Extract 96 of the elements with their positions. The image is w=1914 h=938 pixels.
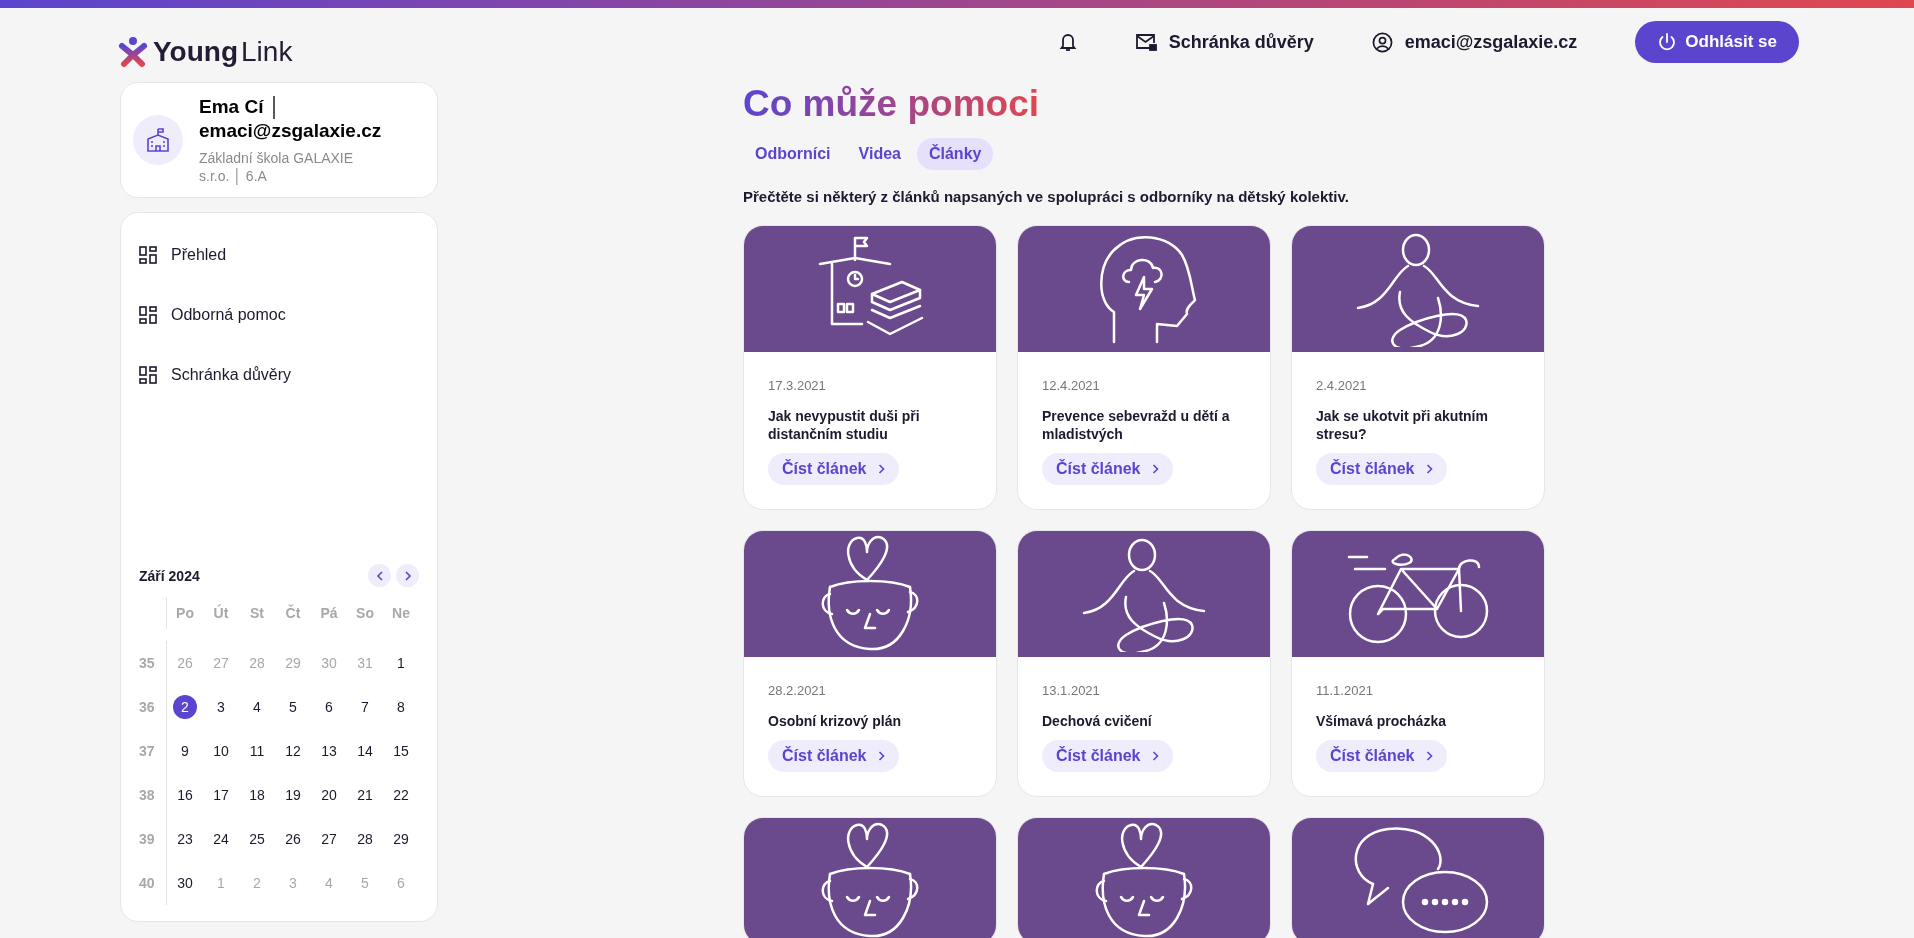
calendar-month: Září 2024 xyxy=(139,567,200,584)
calendar-day[interactable]: 10 xyxy=(209,739,233,763)
article-title: Dechová cvičení xyxy=(1042,712,1153,730)
calendar-day[interactable]: 16 xyxy=(173,783,197,807)
chevron-right-icon xyxy=(1426,464,1434,474)
calendar-day[interactable]: 1 xyxy=(389,651,413,675)
power-icon xyxy=(1657,32,1678,52)
weekday-label: Ne xyxy=(392,604,410,623)
sidebar-item[interactable]: Odborná pomoc xyxy=(139,285,419,345)
article-date: 13.1.2021 xyxy=(1042,683,1101,698)
calendar-day[interactable]: 21 xyxy=(353,783,377,807)
week-number: 37 xyxy=(139,729,167,773)
read-article-button[interactable]: Číst článek xyxy=(1316,453,1448,485)
calendar-day[interactable]: 13 xyxy=(317,739,341,763)
calendar-day[interactable]: 27 xyxy=(317,827,341,851)
read-article-button[interactable]: Číst článek xyxy=(768,740,900,772)
sidebar-item[interactable]: Přehled xyxy=(139,225,419,285)
calendar-day[interactable]: 24 xyxy=(209,827,233,851)
calendar-day[interactable]: 22 xyxy=(389,783,413,807)
calendar-day[interactable]: 25 xyxy=(245,827,269,851)
calendar-day[interactable]: 29 xyxy=(389,827,413,851)
calendar-day[interactable]: 20 xyxy=(317,783,341,807)
calendar-day[interactable]: 2 xyxy=(173,695,197,719)
article-title: Prevence sebevražd u dětí a mladistvých xyxy=(1042,407,1231,443)
calendar-day[interactable]: 11 xyxy=(245,739,269,763)
read-article-button[interactable]: Číst článek xyxy=(1042,453,1174,485)
weekday-label: So xyxy=(356,604,374,623)
calendar-day[interactable]: 3 xyxy=(209,695,233,719)
chevron-right-icon xyxy=(403,570,412,581)
logo-icon xyxy=(118,36,148,68)
user-circle-icon xyxy=(1371,31,1393,53)
article-title: Jak nevypustit duši při distančním studiu xyxy=(768,407,921,443)
article-title: Jak se ukotvit při akutním stresu? xyxy=(1316,407,1489,443)
mailbox-link[interactable]: Schránka důvěry xyxy=(1134,31,1314,53)
calendar-day[interactable]: 15 xyxy=(389,739,413,763)
logout-button[interactable]: Odhlásit se xyxy=(1635,21,1799,63)
dashboard-icon xyxy=(139,306,157,324)
calendar-day[interactable]: 18 xyxy=(245,783,269,807)
calendar-day[interactable]: 26 xyxy=(281,827,305,851)
intro-text: Přečtěte si některý z článků napsaných ve spolupráci s odborníky na dětský kolektiv. xyxy=(743,188,1350,205)
weekday-label: St xyxy=(250,604,264,623)
calendar-day[interactable]: 9 xyxy=(173,739,197,763)
calendar-day[interactable]: 5 xyxy=(281,695,305,719)
chevron-right-icon xyxy=(878,751,886,761)
calendar-day[interactable]: 28 xyxy=(353,827,377,851)
calendar-day[interactable]: 6 xyxy=(317,695,341,719)
article-date: 2.4.2021 xyxy=(1316,378,1368,393)
logo-wordmark: Link xyxy=(241,36,293,68)
page-title: Co může pomoci xyxy=(743,82,1040,126)
chevron-right-icon xyxy=(1152,751,1160,761)
article-title: Všímavá procházka xyxy=(1316,712,1447,730)
tab[interactable]: Odborníci xyxy=(743,138,843,170)
bell-icon[interactable] xyxy=(1058,32,1077,52)
read-article-button[interactable]: Číst článek xyxy=(1042,740,1174,772)
article-date: 28.2.2021 xyxy=(768,683,827,698)
calendar-day[interactable]: 19 xyxy=(281,783,305,807)
weekday-label: Pá xyxy=(320,604,338,623)
next-month-button[interactable] xyxy=(396,564,419,587)
weekday-label: Po xyxy=(176,604,194,623)
chevron-right-icon xyxy=(1152,464,1160,474)
article-date: 17.3.2021 xyxy=(768,378,827,393)
calendar-day[interactable]: 14 xyxy=(353,739,377,763)
article-date: 12.4.2021 xyxy=(1042,378,1101,393)
read-article-button[interactable]: Číst článek xyxy=(768,453,900,485)
calendar-day[interactable]: 30 xyxy=(173,871,197,895)
weekday-label: Čt xyxy=(285,603,301,623)
tab[interactable]: Články xyxy=(916,138,994,170)
sidebar-item[interactable]: Schránka důvěry xyxy=(139,345,419,405)
week-number: 38 xyxy=(139,773,167,817)
tab[interactable]: Videa xyxy=(846,138,913,170)
dashboard-icon xyxy=(139,246,157,264)
chevron-left-icon xyxy=(375,570,384,581)
school-icon xyxy=(145,127,171,153)
week-number: 36 xyxy=(139,685,167,729)
calendar-day[interactable]: 23 xyxy=(173,827,197,851)
calendar-day[interactable]: 12 xyxy=(281,739,305,763)
weekday-label: Út xyxy=(213,603,229,623)
week-number: 39 xyxy=(139,817,167,861)
calendar-day[interactable]: 7 xyxy=(353,695,377,719)
week-number: 40 xyxy=(139,861,167,905)
article-date: 11.1.2021 xyxy=(1316,683,1374,698)
calendar-day[interactable]: 17 xyxy=(209,783,233,807)
calendar-day[interactable]: 4 xyxy=(245,695,269,719)
chevron-right-icon xyxy=(878,464,886,474)
logo-wordmark-bold: Young xyxy=(153,36,238,68)
read-article-button[interactable]: Číst článek xyxy=(1316,740,1448,772)
week-number: 35 xyxy=(139,641,167,685)
chevron-right-icon xyxy=(1426,751,1434,761)
calendar-day[interactable]: 8 xyxy=(389,695,413,719)
article-title: Osobní krizový plán xyxy=(768,712,903,730)
profile-school: Základní škola GALAXIE s.r.o. │ 6.A xyxy=(199,149,355,185)
dashboard-icon xyxy=(139,366,157,384)
previous-month-button[interactable] xyxy=(368,564,391,587)
profile-name: Ema Cí │ emaci@zsgalaxie.cz xyxy=(199,95,383,143)
user-account-link[interactable]: emaci@zsgalaxie.cz xyxy=(1371,31,1578,53)
mail-lock-icon xyxy=(1134,33,1157,51)
